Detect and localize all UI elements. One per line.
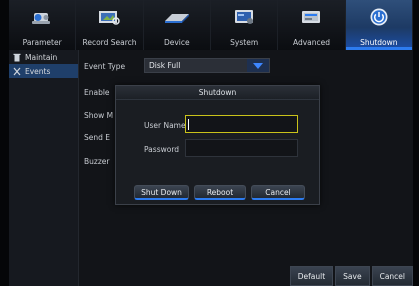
bottom-button-bar: Default Save Cancel	[289, 266, 413, 286]
chevron-down-icon	[247, 59, 269, 72]
tab-label: System	[230, 38, 259, 47]
monitor-settings-icon	[235, 10, 254, 24]
tab-parameter[interactable]: Parameter	[9, 0, 77, 50]
tab-advanced[interactable]: Advanced	[278, 0, 346, 50]
default-button[interactable]: Default	[289, 266, 334, 286]
trash-icon	[13, 53, 21, 61]
tab-label: Parameter	[22, 38, 62, 47]
tab-record-search[interactable]: Record Search	[76, 0, 144, 50]
tab-system[interactable]: System	[211, 0, 279, 50]
username-field[interactable]	[185, 115, 298, 133]
tab-device[interactable]: Device	[144, 0, 211, 50]
event-type-label: Event Type	[84, 62, 126, 71]
event-type-value: Disk Full	[149, 61, 181, 70]
sidebar-item-label: Events	[25, 66, 51, 76]
power-icon	[370, 8, 388, 26]
hdd-icon	[164, 14, 189, 23]
tab-shutdown[interactable]: Shutdown	[345, 0, 413, 50]
password-label: Password	[144, 145, 180, 154]
dvr-settings-window: Parameter Record Search Device System Ad…	[9, 0, 413, 286]
buzzer-label: Buzzer	[84, 157, 110, 166]
sidebar-item-label: Maintain	[25, 52, 58, 62]
reboot-button[interactable]: Reboot	[194, 185, 246, 200]
tab-label: Advanced	[292, 38, 330, 47]
event-type-dropdown[interactable]: Disk Full	[144, 58, 270, 73]
dvr-screen: Parameter Record Search Device System Ad…	[0, 0, 419, 286]
video-search-icon	[99, 11, 121, 25]
camera-icon	[32, 13, 51, 24]
shutdown-dialog: Shutdown User Name Password Shut Down Re…	[115, 85, 320, 205]
enable-label: Enable	[84, 88, 110, 97]
sidebar-item-maintain[interactable]: Maintain	[9, 50, 78, 64]
main-tab-bar: Parameter Record Search Device System Ad…	[9, 0, 413, 50]
dialog-cancel-button[interactable]: Cancel	[251, 185, 305, 200]
text-caret	[188, 119, 189, 130]
send-email-label: Send E	[84, 133, 111, 142]
dialog-title: Shutdown	[116, 86, 319, 100]
tools-icon	[13, 67, 21, 75]
tab-label: Shutdown	[360, 38, 398, 47]
sidebar-item-events[interactable]: Events	[9, 64, 78, 78]
shut-down-button[interactable]: Shut Down	[134, 185, 189, 200]
advanced-settings-icon	[302, 11, 321, 23]
cancel-button[interactable]: Cancel	[371, 266, 413, 286]
tab-label: Device	[163, 38, 190, 47]
password-field[interactable]	[185, 139, 298, 157]
sidebar: Maintain Events	[9, 50, 79, 286]
save-button[interactable]: Save	[335, 266, 370, 286]
username-label: User Name	[144, 121, 186, 130]
show-message-label: Show M	[84, 111, 114, 120]
tab-label: Record Search	[82, 38, 137, 47]
